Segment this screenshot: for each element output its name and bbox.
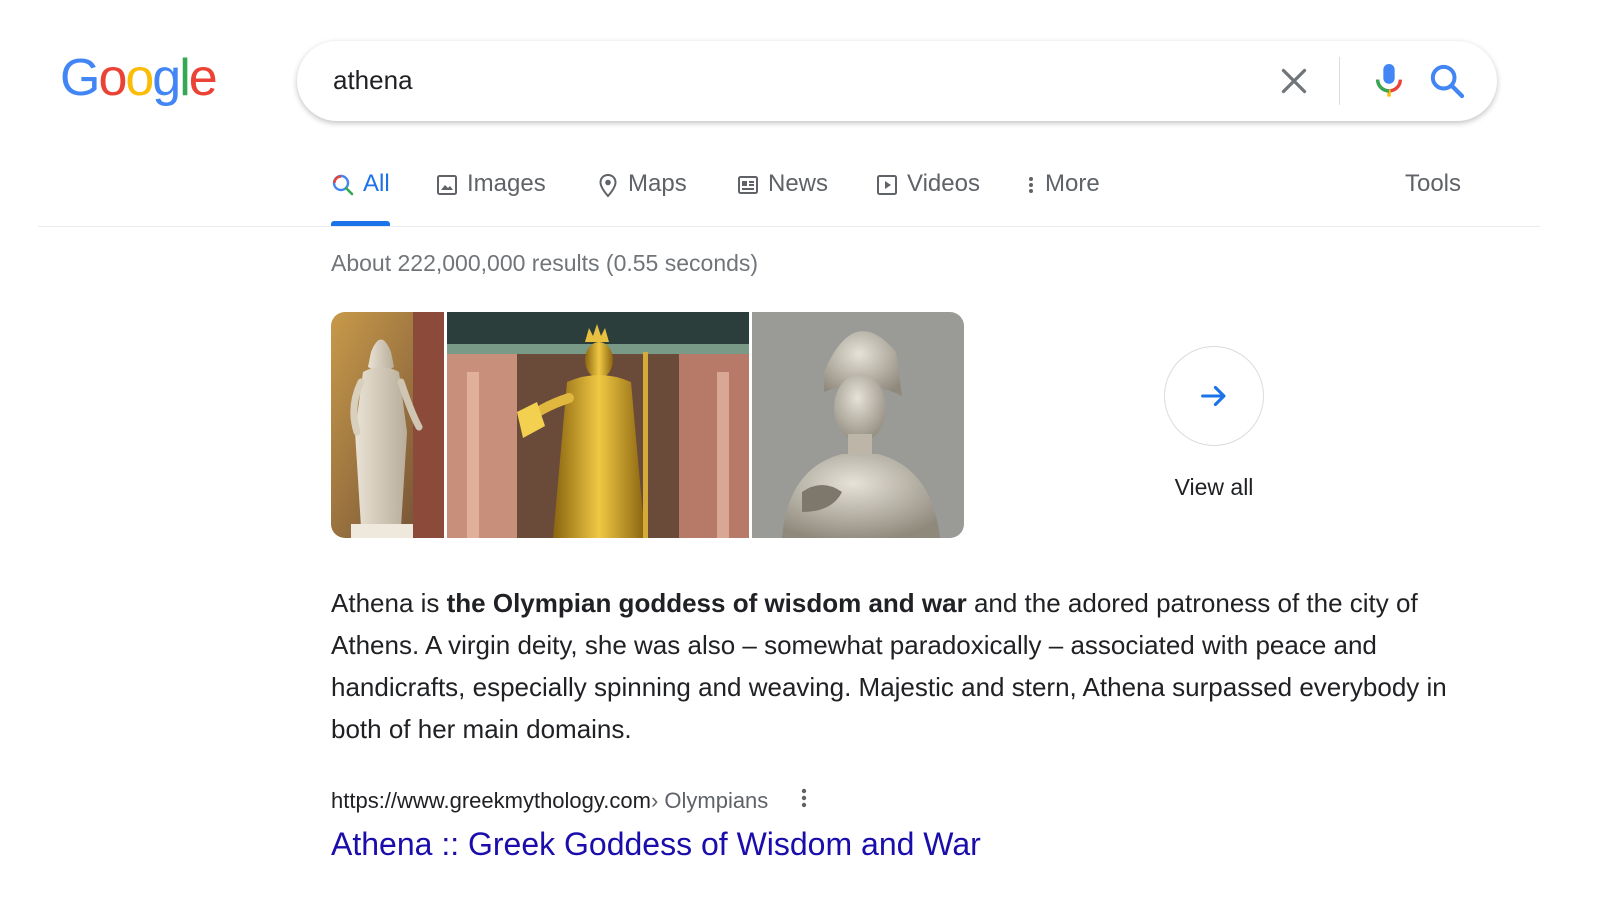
tab-images[interactable]: Images: [435, 170, 546, 226]
tab-maps[interactable]: Maps: [596, 170, 687, 226]
athena-parthenos-golden-statue-image[interactable]: [447, 312, 749, 538]
logo-letter: g: [152, 49, 181, 107]
voice-search-button[interactable]: [1372, 61, 1406, 101]
search-icon: [1430, 64, 1465, 99]
arrow-right-icon: [1201, 385, 1226, 407]
snippet-text: Athena is: [331, 588, 447, 618]
logo-letter: o: [98, 49, 127, 107]
map-pin-icon: [599, 173, 617, 198]
tab-all[interactable]: All: [331, 170, 390, 226]
tab-label: Maps: [628, 170, 687, 197]
news-icon: [738, 176, 758, 194]
tabs-divider: [38, 226, 1540, 227]
logo-letter: o: [125, 49, 154, 107]
featured-snippet: Athena is the Olympian goddess of wisdom…: [331, 582, 1471, 750]
snippet-highlight: the Olympian goddess of wisdom and war: [446, 588, 967, 618]
result-options-button[interactable]: [798, 786, 810, 816]
search-divider: [1339, 57, 1340, 105]
tab-label: All: [363, 170, 390, 197]
result-breadcrumb: › Olympians: [650, 788, 769, 813]
view-all-label[interactable]: View all: [1164, 474, 1264, 501]
microphone-icon: [1375, 64, 1403, 97]
athena-statue-standing-image[interactable]: [331, 312, 444, 538]
close-icon: [1281, 68, 1307, 94]
result-citation: https://www.greekmythology.com › Olympia…: [331, 786, 810, 816]
view-all-images-button[interactable]: [1164, 346, 1264, 446]
tab-videos[interactable]: Videos: [875, 170, 980, 226]
clear-search-button[interactable]: [1276, 63, 1312, 99]
result-stats: About 222,000,000 results (0.55 seconds): [331, 250, 759, 276]
result-url[interactable]: https://www.greekmythology.com: [331, 788, 651, 814]
tab-label: News: [768, 170, 829, 197]
logo-letter: G: [60, 49, 100, 107]
logo-letter: e: [188, 49, 218, 107]
tools-button[interactable]: Tools: [1405, 170, 1461, 198]
result-title-link[interactable]: Athena :: Greek Goddess of Wisdom and Wa…: [331, 826, 981, 863]
video-icon: [877, 175, 897, 195]
image-strip: [331, 312, 964, 538]
more-vertical-icon: [1029, 177, 1033, 193]
tab-news[interactable]: News: [736, 170, 828, 226]
search-icon: [332, 174, 354, 196]
google-logo[interactable]: Google: [60, 49, 218, 107]
logo-letter: l: [179, 49, 190, 107]
image-icon: [437, 175, 457, 195]
search-box[interactable]: athena: [297, 41, 1497, 121]
search-submit-button[interactable]: [1427, 61, 1467, 101]
tab-label: Images: [467, 170, 546, 197]
tab-label: Videos: [907, 170, 980, 197]
more-vertical-icon: [802, 788, 807, 808]
athena-marble-bust-image[interactable]: [752, 312, 964, 538]
search-tabs: All Images Maps News Videos More Tools: [331, 170, 1461, 226]
search-input[interactable]: athena: [333, 65, 413, 96]
tab-more[interactable]: More: [1025, 170, 1100, 226]
tab-label: More: [1045, 170, 1100, 197]
